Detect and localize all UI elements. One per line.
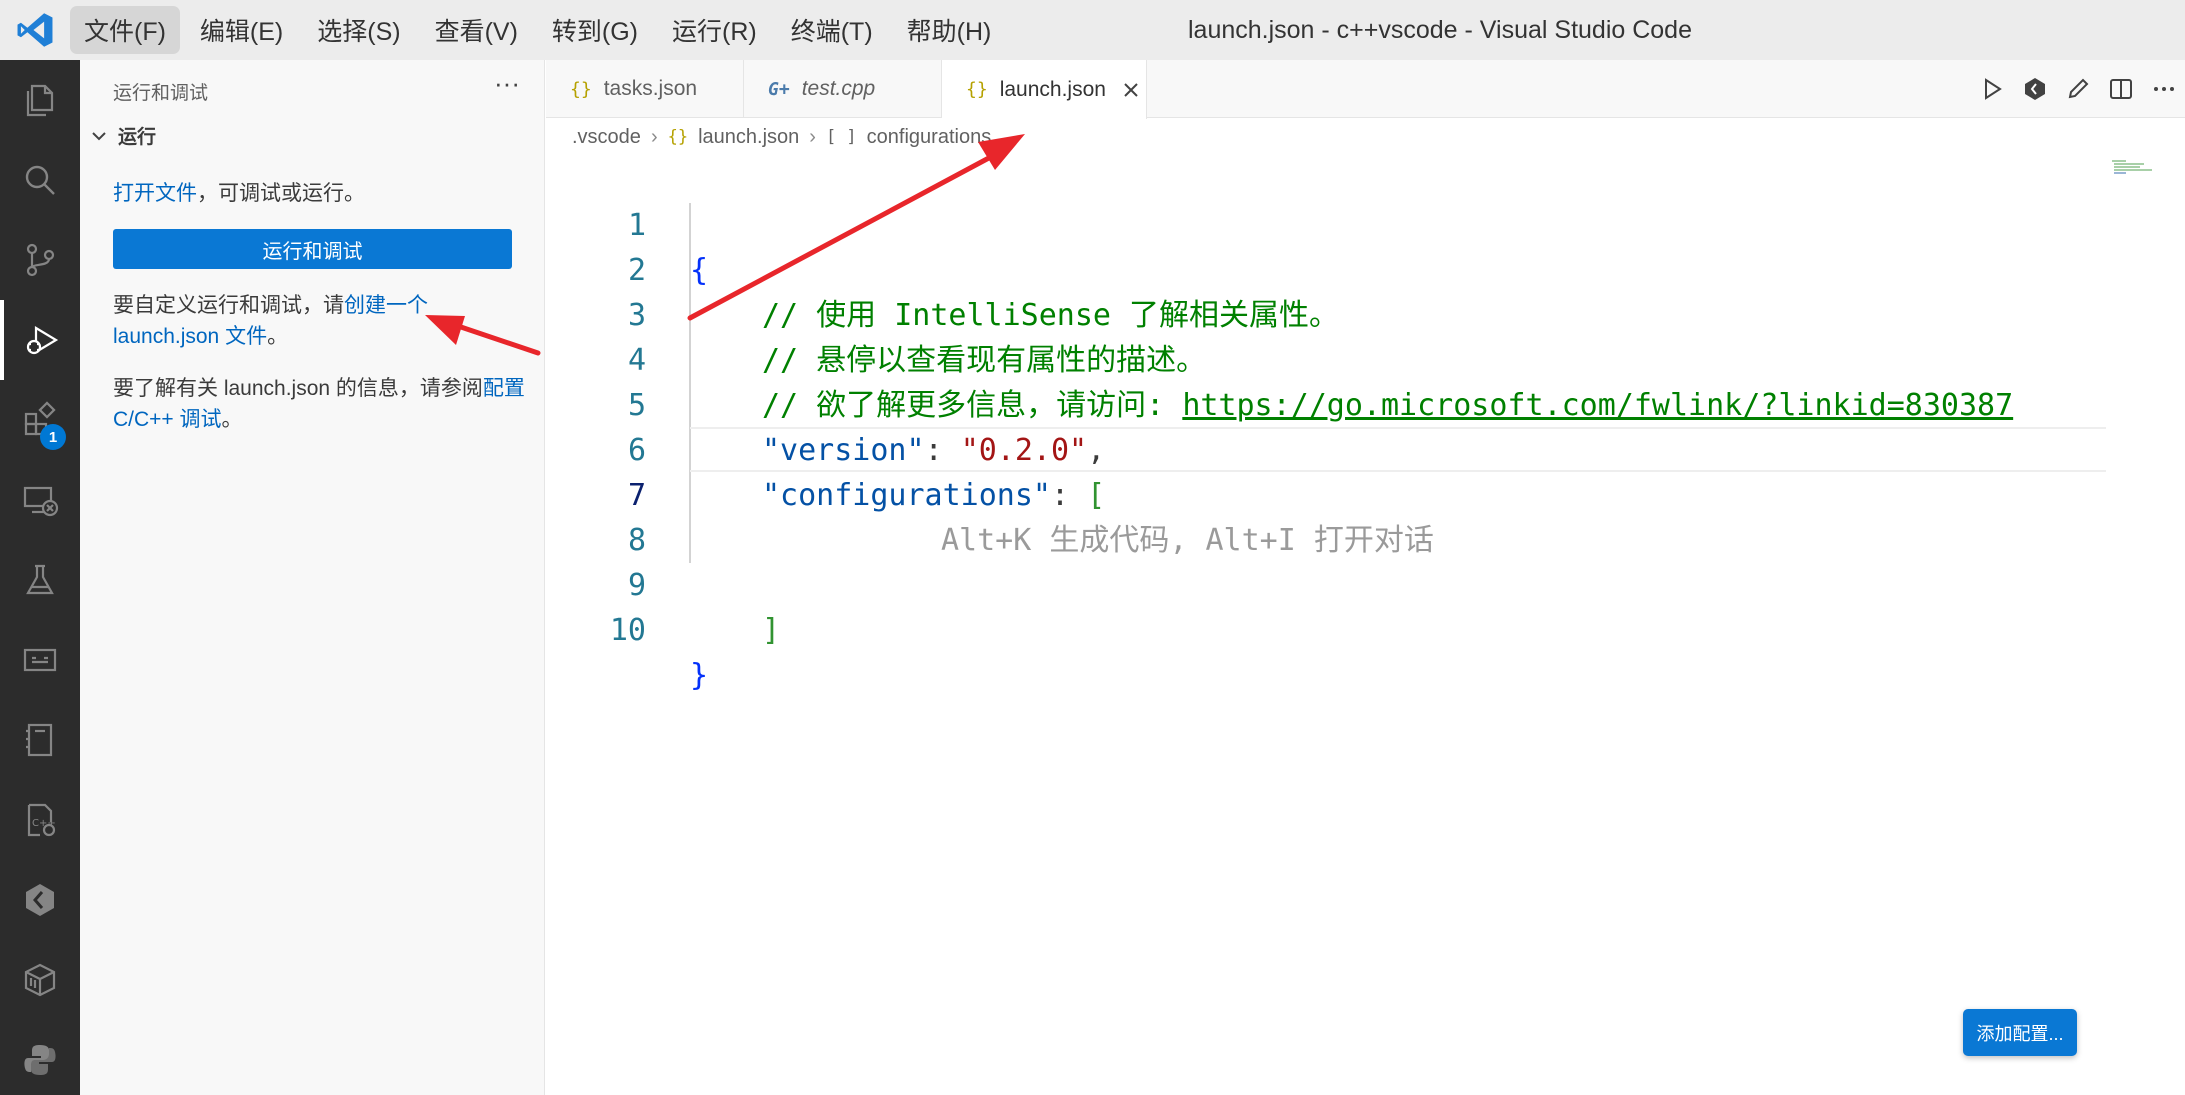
array-symbol-icon: [ ] bbox=[825, 127, 857, 147]
menu-edit[interactable]: 编辑(E) bbox=[186, 6, 297, 54]
run-section-header[interactable]: 运行 bbox=[88, 122, 156, 149]
package-icon[interactable] bbox=[0, 940, 80, 1020]
menu-view[interactable]: 查看(V) bbox=[421, 6, 532, 54]
menu-help[interactable]: 帮助(H) bbox=[893, 6, 1006, 54]
run-file-button[interactable] bbox=[1970, 60, 2013, 118]
ellipsis-icon bbox=[2153, 87, 2174, 91]
cpp-file-icon: G+ bbox=[768, 78, 790, 100]
activity-bar: 1 C++ bbox=[0, 60, 80, 1095]
more-actions-button[interactable] bbox=[2142, 60, 2185, 118]
menu-file[interactable]: 文件(F) bbox=[70, 6, 180, 54]
editor-actions bbox=[1970, 60, 2185, 118]
chevron-right-icon: › bbox=[809, 125, 816, 148]
learn-text: 要了解有关 launch.json 的信息，请参阅 bbox=[113, 377, 483, 400]
code-editor[interactable]: 1 { 2 // 使用 IntelliSense 了解相关属性。 3 // 悬停… bbox=[546, 158, 2185, 1095]
open-file-text: ，可调试或运行。 bbox=[197, 182, 365, 205]
code-text: } bbox=[690, 658, 709, 693]
codegeex-action-button[interactable] bbox=[2013, 60, 2056, 118]
explorer-icon[interactable] bbox=[0, 60, 80, 140]
learn-message: 要了解有关 launch.json 的信息，请参阅配置 C/C++ 调试。 bbox=[113, 373, 533, 435]
breadcrumb-file[interactable]: launch.json bbox=[698, 126, 799, 149]
code-line: 2 // 使用 IntelliSense 了解相关属性。 bbox=[546, 203, 2106, 333]
cpp-tools-icon[interactable]: C++ bbox=[0, 780, 80, 860]
python-icon[interactable] bbox=[0, 1020, 80, 1095]
remote-explorer-icon[interactable] bbox=[0, 460, 80, 540]
learn-suffix: 。 bbox=[221, 408, 243, 431]
run-section-label: 运行 bbox=[118, 127, 157, 148]
json-bracket: ] bbox=[762, 613, 781, 648]
title-bar: 文件(F) 编辑(E) 选择(S) 查看(V) 转到(G) 运行(R) 终端(T… bbox=[0, 0, 2185, 60]
customize-message: 要自定义运行和调试，请创建一个 launch.json 文件。 bbox=[113, 290, 533, 352]
tab-tasks-json[interactable]: {} tasks.json bbox=[546, 60, 744, 118]
tab-launch-json[interactable]: {} launch.json bbox=[942, 60, 1147, 119]
json-file-icon: {} bbox=[570, 78, 592, 100]
breadcrumb: .vscode › {} launch.json › [ ] configura… bbox=[546, 118, 2185, 156]
editor-tab-bar: {} tasks.json G+ test.cpp {} launch.json bbox=[546, 60, 2185, 119]
breadcrumb-symbol[interactable]: configurations bbox=[867, 126, 992, 149]
menu-terminal[interactable]: 终端(T) bbox=[777, 6, 887, 54]
customize-suffix: 。 bbox=[267, 325, 289, 348]
code-line: 3 // 悬停以查看现有属性的描述。 bbox=[546, 248, 2106, 378]
chevron-down-icon bbox=[92, 131, 106, 140]
sidebar-more-button[interactable]: ··· bbox=[494, 68, 520, 99]
menu-go[interactable]: 转到(G) bbox=[538, 6, 652, 54]
ports-icon[interactable] bbox=[0, 620, 80, 700]
code-line: 7 Alt+K 生成代码, Alt+I 打开对话 bbox=[546, 428, 2106, 558]
tab-label: tasks.json bbox=[603, 77, 698, 100]
codegeex-icon[interactable] bbox=[0, 860, 80, 940]
tab-label: launch.json bbox=[999, 77, 1106, 101]
add-configuration-button[interactable]: 添加配置... bbox=[1963, 1009, 2077, 1056]
play-icon bbox=[1984, 78, 2002, 100]
code-line: 8 bbox=[546, 473, 2106, 558]
line-number: 10 bbox=[609, 613, 646, 648]
customize-text: 要自定义运行和调试，请 bbox=[113, 294, 344, 317]
code-line: 10 } bbox=[546, 563, 2106, 693]
code-line: 4 // 欲了解更多信息，请访问: https://go.microsoft.c… bbox=[546, 293, 2106, 423]
code-line: 9 ] bbox=[546, 518, 2106, 648]
menu-selection[interactable]: 选择(S) bbox=[303, 6, 414, 54]
edit-button[interactable] bbox=[2056, 60, 2099, 118]
split-editor-button[interactable] bbox=[2099, 60, 2142, 118]
menu-bar: 文件(F) 编辑(E) 选择(S) 查看(V) 转到(G) 运行(R) 终端(T… bbox=[70, 0, 1011, 60]
sidebar-title: 运行和调试 bbox=[113, 83, 209, 104]
vscode-logo-icon bbox=[0, 0, 70, 60]
code-line: 6 "configurations": [ bbox=[546, 383, 2106, 513]
search-icon[interactable] bbox=[0, 140, 80, 220]
pencil-icon bbox=[2068, 78, 2088, 99]
split-editor-icon bbox=[2109, 79, 2132, 99]
code-line: 5 "version": "0.2.0", bbox=[546, 338, 2106, 468]
source-control-icon[interactable] bbox=[0, 220, 80, 300]
chevron-right-icon: › bbox=[650, 125, 658, 148]
run-and-debug-button[interactable]: 运行和调试 bbox=[113, 229, 512, 269]
window-title: launch.json - c++vscode - Visual Studio … bbox=[1187, 16, 1692, 44]
json-file-icon: {} bbox=[667, 127, 689, 147]
testing-icon[interactable] bbox=[0, 540, 80, 620]
notebook-icon[interactable] bbox=[0, 700, 80, 780]
menu-run[interactable]: 运行(R) bbox=[658, 6, 771, 54]
breadcrumb-folder[interactable]: .vscode bbox=[572, 126, 641, 149]
extensions-badge: 1 bbox=[40, 424, 66, 450]
close-icon[interactable] bbox=[1120, 79, 1142, 101]
open-file-message: 打开文件，可调试或运行。 bbox=[113, 178, 533, 209]
codegeex-icon bbox=[2024, 78, 2045, 100]
open-file-link[interactable]: 打开文件 bbox=[113, 182, 197, 205]
code-line: 1 { bbox=[546, 158, 2106, 288]
tab-label: test.cpp bbox=[801, 77, 876, 100]
tab-test-cpp[interactable]: G+ test.cpp bbox=[744, 60, 942, 118]
extensions-icon[interactable]: 1 bbox=[0, 380, 80, 460]
run-debug-sidebar: 运行和调试 ··· 运行 打开文件，可调试或运行。 运行和调试 要自定义运行和调… bbox=[80, 60, 545, 1095]
run-debug-icon[interactable] bbox=[0, 300, 80, 380]
json-file-icon: {} bbox=[966, 79, 988, 100]
minimap[interactable] bbox=[2112, 158, 2152, 178]
